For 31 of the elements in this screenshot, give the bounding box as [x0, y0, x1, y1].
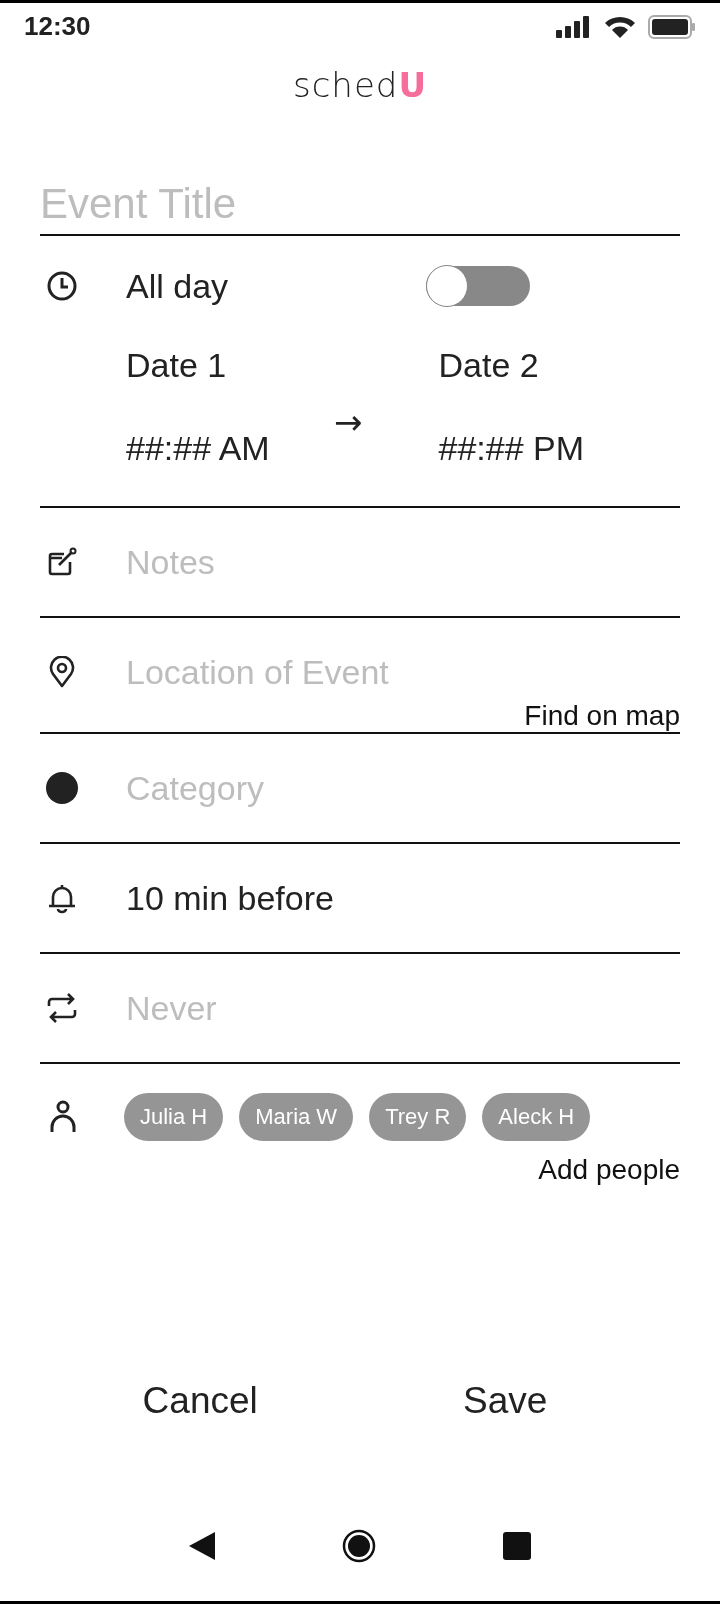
signal-icon: [556, 15, 592, 38]
notes-field[interactable]: Notes: [126, 542, 680, 582]
note-edit-icon: [46, 546, 78, 578]
add-people-link[interactable]: Add people: [538, 1154, 680, 1186]
arrow-icon: →: [334, 402, 363, 442]
wifi-icon: [604, 14, 636, 39]
back-icon[interactable]: [188, 1532, 215, 1560]
location-field[interactable]: Location of Event: [126, 652, 680, 692]
all-day-toggle[interactable]: [426, 266, 530, 306]
start-time[interactable]: ##:## AM: [126, 429, 334, 468]
status-time: 12:30: [24, 11, 91, 42]
home-icon[interactable]: [342, 1529, 376, 1563]
all-day-label: All day: [126, 266, 230, 306]
start-date[interactable]: Date 1: [126, 346, 334, 385]
app-logo: sched U: [292, 65, 428, 105]
find-on-map-link[interactable]: Find on map: [524, 700, 680, 732]
battery-icon: [648, 14, 696, 39]
end-time[interactable]: ##:## PM: [438, 429, 639, 468]
bell-icon: [46, 882, 78, 914]
repeat-icon: [46, 992, 78, 1024]
category-dot-icon: [46, 772, 78, 804]
recents-icon[interactable]: [503, 1532, 532, 1560]
person-icon: [49, 1099, 77, 1135]
save-button[interactable]: Save: [447, 1372, 564, 1430]
event-title-field[interactable]: Event Title: [40, 180, 680, 236]
category-field[interactable]: Category: [126, 768, 680, 808]
clock-icon: [46, 270, 78, 302]
repeat-field[interactable]: Never: [126, 988, 680, 1028]
reminder-field[interactable]: 10 min before: [126, 878, 680, 918]
cancel-button[interactable]: Cancel: [126, 1372, 274, 1430]
end-date[interactable]: Date 2: [438, 346, 639, 385]
